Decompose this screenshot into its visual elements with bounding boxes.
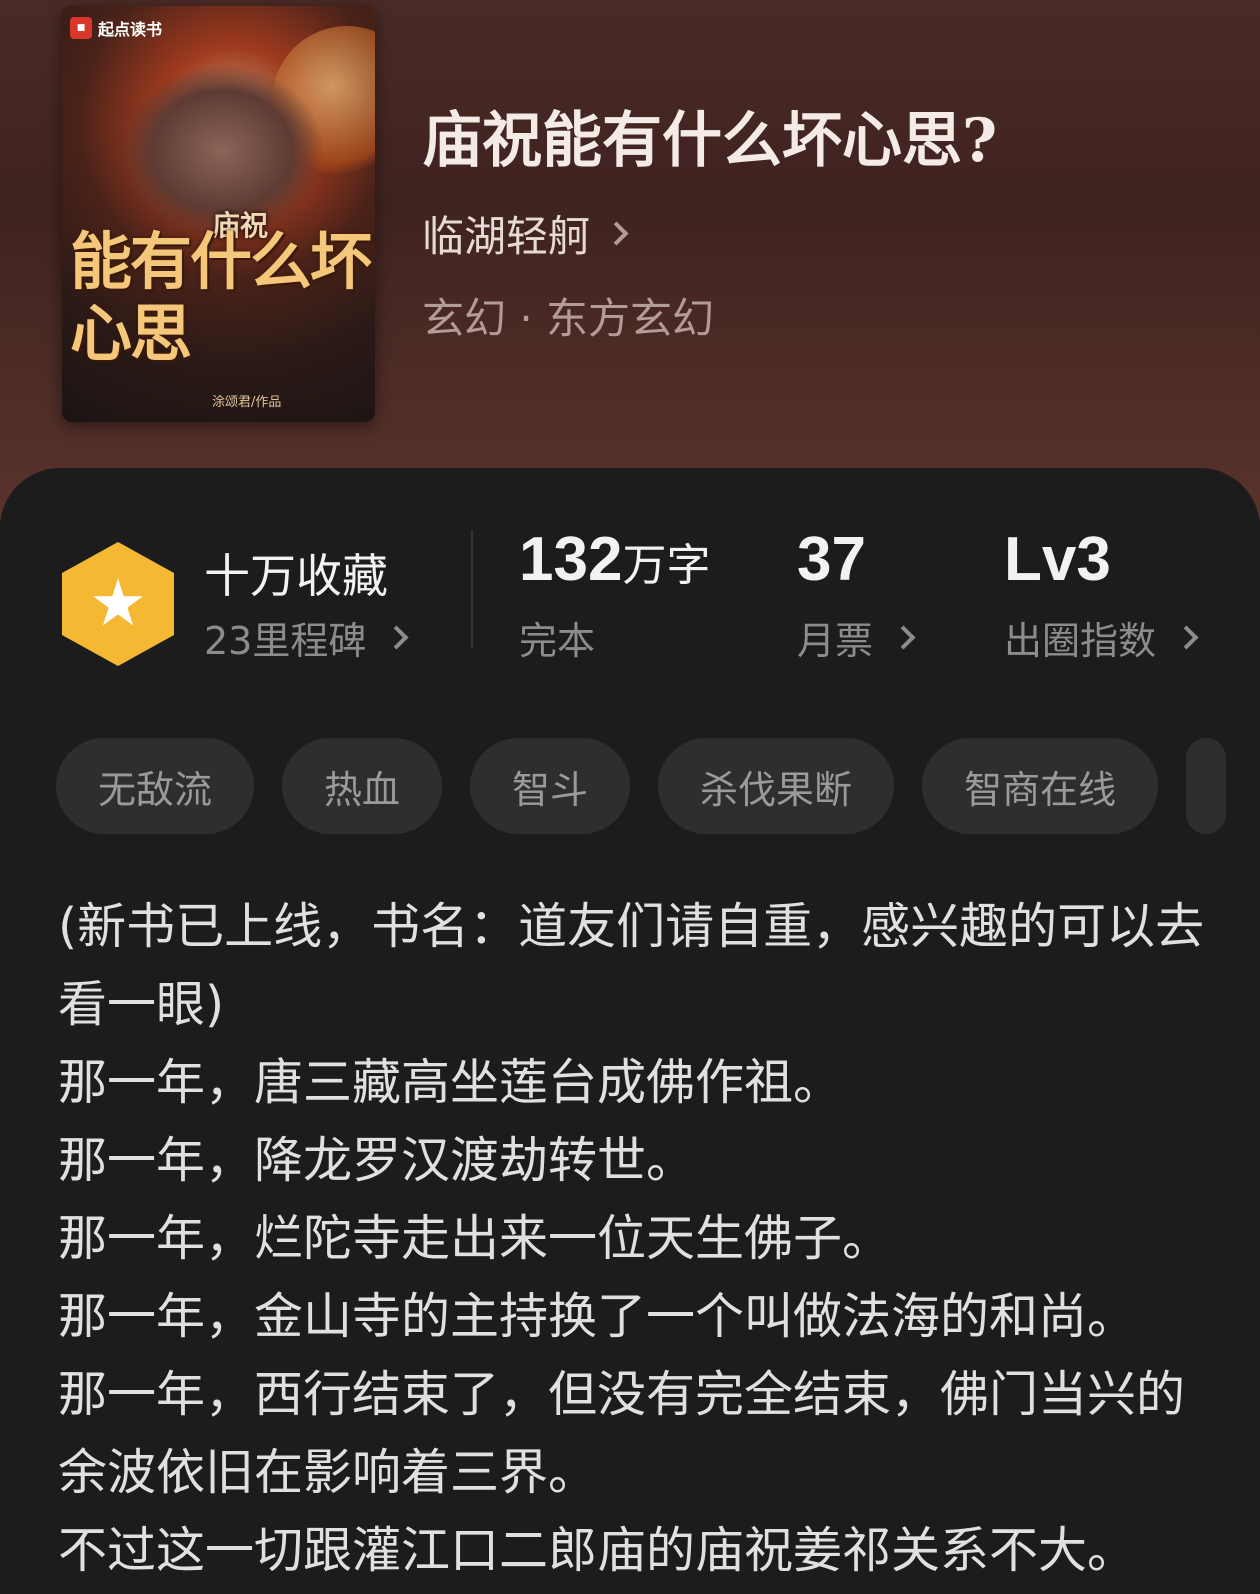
platform-name: 起点读书 [98,20,163,39]
monthly-votes-label: 月票 [797,619,874,663]
tag-list: 无敌流 热血 智斗 杀伐果断 智商在线 [56,738,1260,834]
author-name: 临湖轻舸 [422,212,591,261]
word-count-unit: 万字 [622,540,711,591]
word-count-number: 132 [519,525,623,594]
popularity-index: Lv3 [1004,524,1111,595]
chevron-right-icon [604,221,629,246]
stats-divider [471,530,473,648]
description-line: 那一年，西行结束了，但没有完全结束，佛门当兴的余波依旧在影响着三界。 [58,1366,1186,1501]
book-title: 庙祝能有什么坏心思? [422,106,998,176]
popularity-link[interactable]: 出圈指数 [1004,610,1199,665]
completion-status: 完本 [519,610,595,665]
popularity-level: Lv3 [1004,525,1111,594]
book-description[interactable]: (新书已上线，书名：道友们请自重，感兴趣的可以去看一眼) 那一年，唐三藏高坐莲台… [58,888,1218,1590]
platform-logo-icon: ■ [70,17,92,39]
tag-chip[interactable]: 无敌流 [56,738,255,834]
popularity-label: 出圈指数 [1004,619,1157,663]
tag-chip-partial[interactable] [1186,738,1227,834]
milestone-label: 23里程碑 [204,619,367,663]
chevron-right-icon [1174,625,1199,650]
monthly-votes-number: 37 [797,525,866,594]
tag-chip[interactable]: 智商在线 [922,738,1159,834]
tag-chip[interactable]: 热血 [282,738,443,834]
description-line: (新书已上线，书名：道友们请自重，感兴趣的可以去看一眼) [58,898,1205,1033]
tag-chip[interactable]: 杀伐果断 [658,738,895,834]
completion-label: 完本 [519,619,596,663]
book-genre: 玄幻 · 东方玄幻 [422,294,715,343]
stats-row: 十万收藏 23里程碑 132万字 完本 37 月票 Lv3 出圈指数 [0,525,1260,680]
platform-badge: ■ 起点读书 [70,16,162,40]
word-count: 132万字 [519,524,710,595]
monthly-votes: 37 [797,524,866,595]
star-icon [93,578,143,626]
description-line: 那一年，唐三藏高坐莲台成佛作祖。 [58,1054,843,1111]
star-hexagon-icon [62,542,174,666]
description-line: 那一年，金山寺的主持换了一个叫做法海的和尚。 [58,1288,1137,1345]
collection-title: 十万收藏 [204,549,388,603]
author-link[interactable]: 临湖轻舸 [422,203,629,264]
tag-chip[interactable]: 智斗 [470,738,631,834]
description-line: 那一年，降龙罗汉渡劫转世。 [58,1132,696,1189]
chevron-right-icon [384,625,409,650]
monthly-votes-link[interactable]: 月票 [797,610,916,665]
cover-big-title: 能有什么坏心思 [70,225,372,370]
book-cover[interactable]: ■ 起点读书 庙祝 能有什么坏心思 涂颂君/作品 [62,6,375,422]
chevron-right-icon [891,625,916,650]
description-line: 那一年，烂陀寺走出来一位天生佛子。 [58,1210,892,1267]
cover-author-mark: 涂颂君/作品 [212,395,282,410]
milestone-link[interactable]: 23里程碑 [204,610,409,665]
description-line: 不过这一切跟灌江口二郎庙的庙祝姜祁关系不大。 [58,1522,1137,1579]
